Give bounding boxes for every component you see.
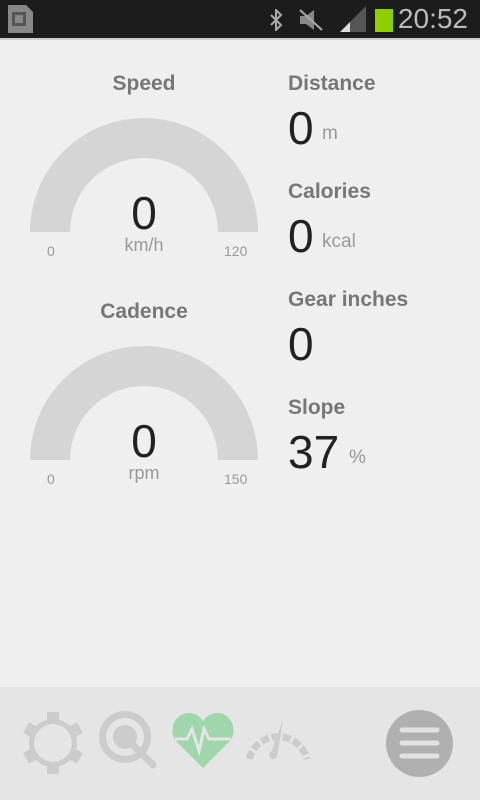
speed-max: 120	[224, 243, 248, 259]
distance-unit: m	[322, 123, 338, 144]
bluetooth-icon	[270, 9, 283, 31]
cadence-min: 0	[47, 471, 55, 487]
menu-button[interactable]	[386, 710, 453, 777]
cadence-value: 0	[131, 415, 157, 467]
bottom-nav	[0, 687, 480, 800]
slope-unit: %	[349, 447, 366, 468]
cadence-label: Cadence	[100, 300, 188, 323]
signal-icon	[340, 6, 366, 32]
mute-icon	[299, 9, 323, 31]
clock: 20:52	[397, 3, 468, 34]
calories-label: Calories	[288, 180, 371, 203]
sim-card-icon	[8, 5, 33, 33]
status-bar: 20:52	[0, 0, 480, 40]
settings-gear-icon[interactable]	[22, 712, 84, 774]
slope-value: 37	[288, 426, 340, 478]
distance-label: Distance	[288, 72, 376, 95]
speed-label: Speed	[112, 72, 176, 95]
slope-label: Slope	[288, 396, 346, 419]
distance-value: 0	[288, 102, 314, 154]
battery-icon	[375, 9, 393, 32]
cadence-max: 150	[224, 471, 248, 487]
calories-unit: kcal	[322, 231, 356, 252]
hamburger-icon	[399, 727, 440, 759]
calories-value: 0	[288, 210, 314, 262]
heart-rate-icon[interactable]	[172, 711, 234, 769]
speed-value: 0	[131, 187, 157, 239]
gear-inches-label: Gear inches	[288, 288, 409, 311]
speedometer-icon[interactable]	[246, 717, 310, 761]
crankset-icon[interactable]	[98, 709, 158, 771]
gear-inches-value: 0	[288, 318, 314, 370]
speed-min: 0	[47, 243, 55, 259]
